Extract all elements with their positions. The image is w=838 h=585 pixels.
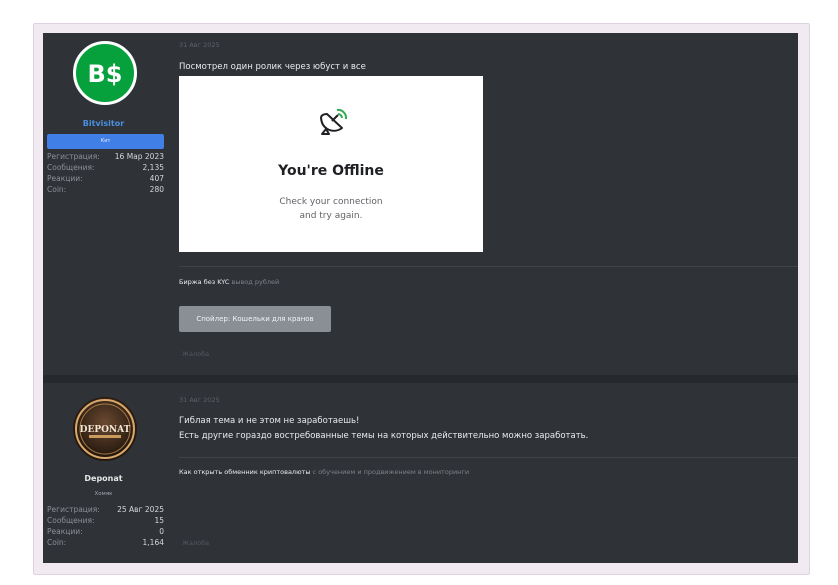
satellite-dish-icon (320, 108, 348, 135)
stat-value: 1,164 (142, 538, 164, 547)
rank-badge: Кит (47, 134, 164, 149)
offline-subtitle: Check your connection and try again. (179, 195, 483, 223)
post: DEPONAT Deponat Хомяк Регистрация: 25 Авг… (43, 383, 798, 563)
stat-label: Реакции: (47, 174, 83, 183)
post-date[interactable]: 31 Авг 2025 (179, 41, 220, 49)
stat-value: 0 (159, 527, 164, 536)
report-link[interactable]: Жалоба (182, 539, 209, 547)
signature-link[interactable]: Биржа без KYC (179, 278, 229, 286)
signature-text[interactable]: вывод рублей (232, 278, 280, 286)
stat-value: 15 (154, 516, 164, 525)
stat-label: Регистрация: (47, 152, 100, 161)
stat-registration: Регистрация: 25 Авг 2025 (47, 504, 164, 515)
spoiler-button[interactable]: Спойлер: Кошельки для кранов (179, 306, 331, 332)
stat-label: Сообщения: (47, 516, 95, 525)
avatar-text: DEPONAT (80, 425, 131, 435)
avatar[interactable]: B$ (73, 41, 137, 105)
stat-label: Coin: (47, 185, 67, 194)
stat-messages: Сообщения: 2,135 (47, 162, 164, 173)
avatar-logo: B$ (88, 60, 123, 88)
user-stats: Регистрация: 25 Авг 2025 Сообщения: 15 Реа… (47, 504, 164, 548)
signature-divider (179, 266, 798, 267)
signature: Как открыть обменник криптовалюты с обуч… (179, 468, 469, 476)
offline-subtitle-line: and try again. (299, 211, 363, 221)
post-message-line: Гиблая тема и не этом не заработаешь! (179, 416, 360, 426)
stat-value: 16 Мар 2023 (114, 152, 164, 161)
stat-label: Реакции: (47, 527, 83, 536)
avatar-text: B$ (88, 60, 123, 88)
stat-value: 2,135 (142, 163, 164, 172)
report-link[interactable]: Жалоба (182, 350, 209, 358)
rank-label: Хомяк (94, 491, 113, 497)
post: B$ Bitvisitor Кит Регистрация: 16 Мар 202… (43, 33, 798, 375)
post-date[interactable]: 31 Авг 2025 (179, 396, 220, 404)
signature-text[interactable]: с обучением и продвижением в мониторинги (313, 468, 470, 476)
post-message: Посмотрел один ролик через юбуст и все (179, 62, 366, 72)
offline-title: You're Offline (278, 163, 384, 179)
stat-label: Coin: (47, 538, 67, 547)
stat-label: Сообщения: (47, 163, 95, 172)
stat-value: 25 Авг 2025 (117, 505, 164, 514)
stat-reactions: Реакции: 407 (47, 173, 164, 184)
stat-registration: Регистрация: 16 Мар 2023 (47, 151, 164, 162)
avatar-logo: DEPONAT (74, 398, 136, 460)
avatar[interactable]: DEPONAT (73, 397, 137, 461)
username[interactable]: Deponat (43, 474, 164, 483)
username[interactable]: Bitvisitor (43, 119, 164, 128)
post-message: Гиблая тема и не этом не заработаешь! Ес… (179, 414, 588, 444)
signature-divider (179, 457, 798, 458)
stat-value: 280 (149, 185, 164, 194)
stat-coin: Coin: 1,164 (47, 537, 164, 548)
offline-subtitle-line: Check your connection (279, 197, 383, 207)
stat-label: Регистрация: (47, 505, 100, 514)
signature-link[interactable]: Как открыть обменник криптовалюты (179, 468, 310, 476)
stat-messages: Сообщения: 15 (47, 515, 164, 526)
user-stats: Регистрация: 16 Мар 2023 Сообщения: 2,135 … (47, 151, 164, 195)
post-message-line: Есть другие гораздо востребованные темы … (179, 431, 589, 441)
thread: B$ Bitvisitor Кит Регистрация: 16 Мар 202… (43, 33, 798, 563)
signature: Биржа без KYC вывод рублей (179, 278, 279, 286)
stat-value: 407 (149, 174, 164, 183)
stat-coin: Coin: 280 (47, 184, 164, 195)
post-divider (43, 375, 798, 383)
stat-reactions: Реакции: 0 (47, 526, 164, 537)
embedded-video-offline[interactable]: You're Offline Check your connection and… (179, 76, 483, 252)
